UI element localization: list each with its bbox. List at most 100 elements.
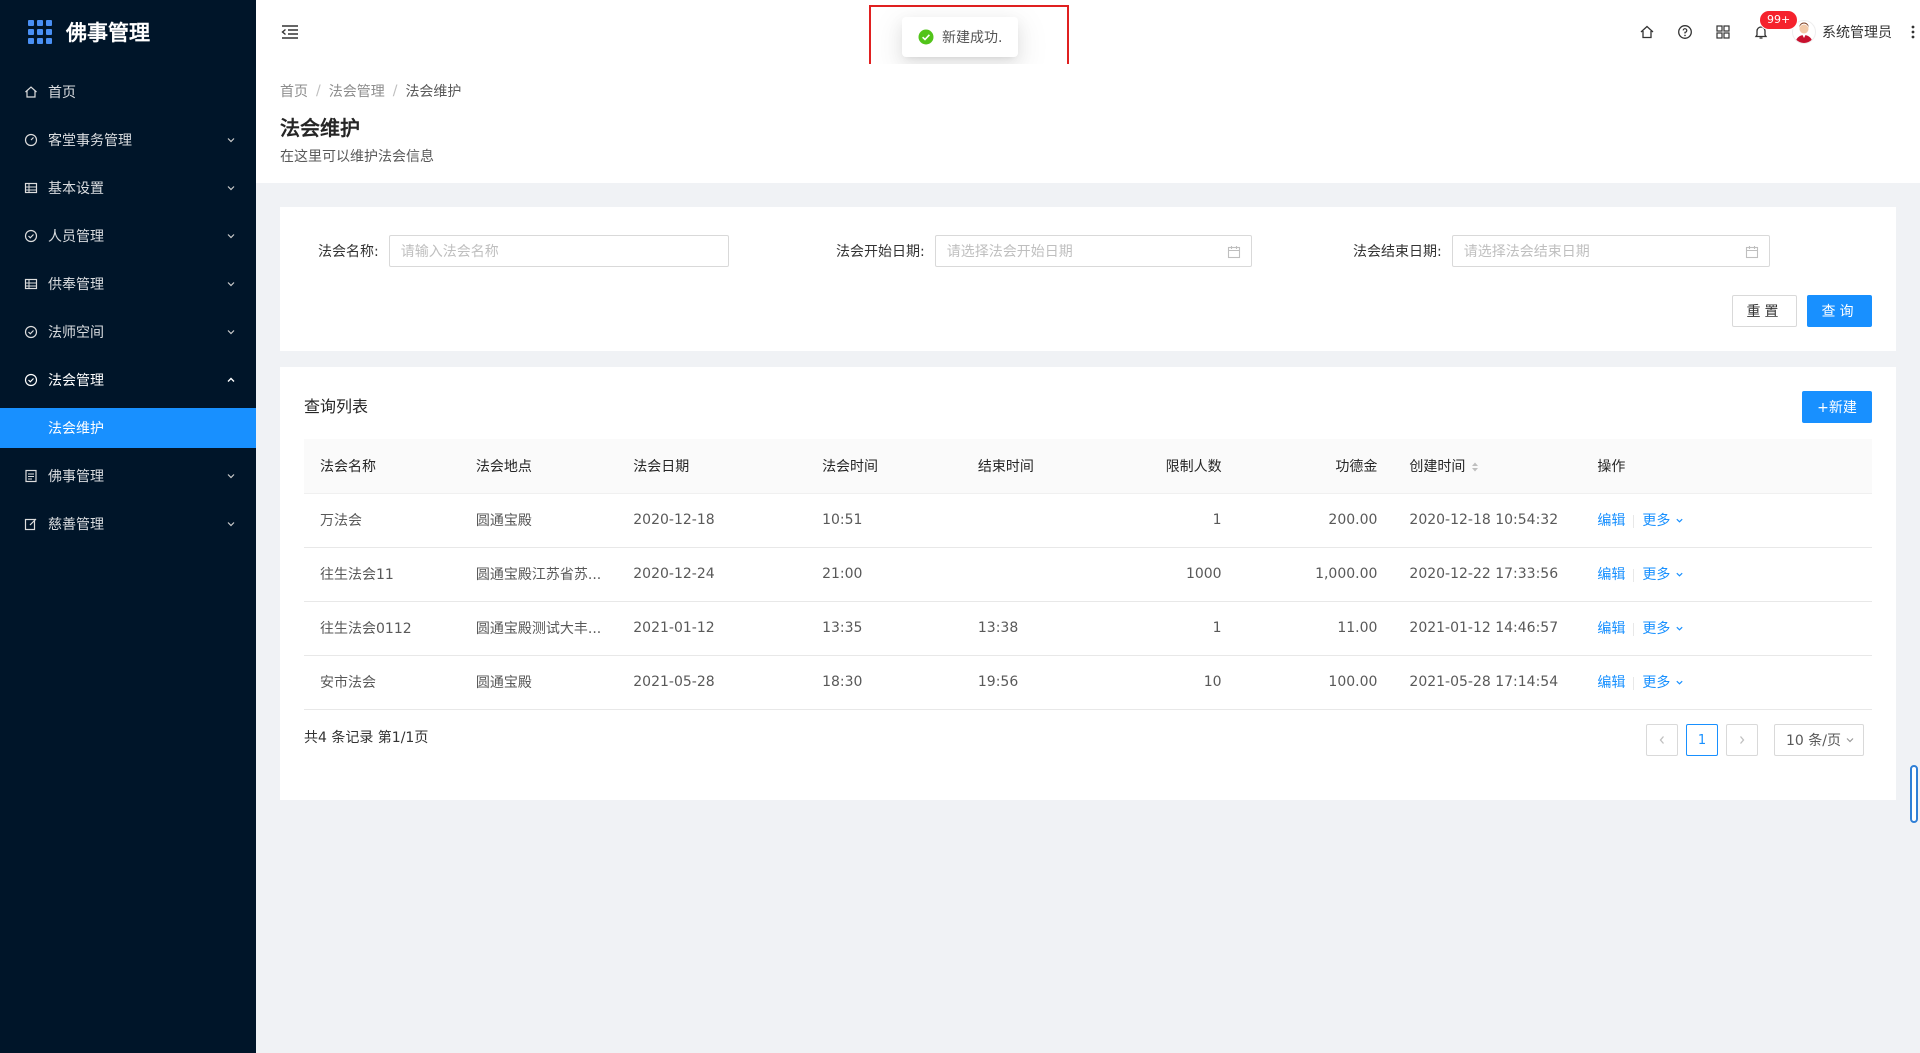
edit-link[interactable]: 编辑 — [1597, 567, 1625, 583]
start-date-placeholder: 请选择法会开始日期 — [946, 244, 1073, 260]
more-label: 更多 — [1642, 567, 1671, 583]
sidebar-item-personnel[interactable]: 人员管理 — [0, 216, 256, 256]
table-icon — [24, 181, 38, 195]
end-date-label: 法会结束日期: — [1353, 244, 1442, 260]
chevron-down-icon — [226, 183, 236, 193]
cell-actions: 编辑 更多 — [1581, 601, 1872, 656]
sidebar-item-charity[interactable]: 慈善管理 — [0, 504, 256, 544]
chevron-down-icon — [1676, 518, 1683, 523]
appstore-icon[interactable] — [1704, 0, 1742, 64]
check-circle-icon — [24, 229, 38, 243]
add-assembly-button[interactable]: +新建 — [1802, 391, 1872, 423]
chevron-down-icon — [226, 327, 236, 337]
sidebar-item-label: 供奉管理 — [48, 277, 104, 293]
end-date-picker[interactable]: 请选择法会结束日期 — [1451, 235, 1770, 267]
page-size-select[interactable]: 10 条/页 — [1774, 724, 1864, 756]
user-menu[interactable]: 系统管理员 — [1792, 20, 1892, 44]
prev-page-button[interactable] — [1646, 724, 1678, 756]
column-header: 法会地点 — [459, 439, 618, 494]
sidebar-item-home[interactable]: 首页 — [0, 72, 256, 112]
divider — [1633, 514, 1635, 528]
edit-link[interactable]: 编辑 — [1597, 621, 1625, 637]
logo[interactable]: 佛事管理 — [0, 0, 256, 64]
sidebar-subitem-assembly-maintenance[interactable]: 法会维护 — [0, 408, 256, 448]
table-row: 往生法会0112 圆通宝殿测试大丰... 2021-01-12 13:35 13… — [304, 601, 1872, 656]
result-table-card: 查询列表 +新建 法会名称 法会地点 法会日期 法会时间 结束时间 限制人数 功… — [280, 367, 1896, 800]
page-header: 首页 / 法会管理 / 法会维护 法会维护 在这里可以维护法会信息 — [256, 64, 1920, 183]
table-header-row: 法会名称 法会地点 法会日期 法会时间 结束时间 限制人数 功德金 创建时间 操… — [304, 439, 1872, 494]
more-dropdown[interactable]: 更多 — [1642, 513, 1683, 529]
cell-limit: 1 — [1117, 493, 1238, 548]
column-header: 限制人数 — [1117, 439, 1238, 494]
cell-actions: 编辑 更多 — [1581, 547, 1872, 602]
more-label: 更多 — [1642, 675, 1671, 691]
top-header: 99+ 系统管理员 — [256, 0, 1920, 64]
column-header: 法会日期 — [617, 439, 807, 494]
calendar-icon — [1745, 246, 1758, 259]
column-header: 结束时间 — [961, 439, 1118, 494]
more-dropdown[interactable]: 更多 — [1642, 621, 1683, 637]
chevron-down-icon — [1676, 680, 1683, 685]
cell-name: 往生法会11 — [304, 547, 460, 602]
bell-icon[interactable]: 99+ — [1742, 0, 1798, 64]
name-input[interactable]: 请输入法会名称 — [388, 235, 729, 267]
start-date-label: 法会开始日期: — [836, 244, 925, 260]
cell-merit: 100.00 — [1237, 655, 1394, 710]
sidebar-item-offerings[interactable]: 供奉管理 — [0, 264, 256, 304]
help-icon[interactable] — [1666, 0, 1704, 64]
start-date-field-group: 法会开始日期: 请选择法会开始日期 — [836, 235, 1252, 267]
cell-created: 2020-12-22 17:33:56 — [1393, 547, 1582, 602]
cell-limit: 1000 — [1117, 547, 1238, 602]
more-dropdown[interactable]: 更多 — [1642, 675, 1683, 691]
column-header-sortable[interactable]: 创建时间 — [1393, 439, 1582, 494]
reset-button[interactable]: 重置 — [1732, 295, 1797, 327]
edit-link[interactable]: 编辑 — [1597, 675, 1625, 691]
sidebar-item-buddhist-affairs[interactable]: 佛事管理 — [0, 456, 256, 496]
check-circle-filled-icon — [918, 29, 934, 45]
sidebar-item-label: 首页 — [48, 85, 76, 101]
breadcrumb-current: 法会维护 — [405, 84, 462, 100]
breadcrumb-parent[interactable]: 法会管理 — [329, 81, 385, 101]
column-header-label: 创建时间 — [1409, 458, 1466, 475]
chevron-down-icon — [1676, 572, 1683, 577]
more-dropdown[interactable]: 更多 — [1642, 567, 1683, 583]
sidebar-item-dharma-assembly[interactable]: 法会管理 — [0, 360, 256, 400]
cell-end-time — [961, 493, 1118, 548]
success-toast: 新建成功. — [902, 17, 1019, 57]
cell-limit: 1 — [1117, 601, 1238, 656]
more-vertical-icon[interactable] — [1906, 0, 1920, 64]
cell-end-time: 13:38 — [961, 601, 1118, 656]
sidebar-item-label: 慈善管理 — [48, 517, 104, 533]
start-date-picker[interactable]: 请选择法会开始日期 — [934, 235, 1252, 267]
app-title: 佛事管理 — [66, 21, 150, 45]
cell-date: 2021-05-28 — [617, 655, 807, 710]
next-page-button[interactable] — [1726, 724, 1758, 756]
table-row: 安市法会 圆通宝殿 2021-05-28 18:30 19:56 10 100.… — [304, 655, 1872, 710]
chevron-down-icon — [226, 279, 236, 289]
cell-end-time: 19:56 — [961, 655, 1118, 710]
chevron-down-icon — [226, 231, 236, 241]
home-icon[interactable] — [1628, 0, 1666, 64]
divider — [1633, 622, 1635, 636]
profile-icon — [24, 469, 38, 483]
edit-link[interactable]: 编辑 — [1597, 513, 1625, 529]
menu-fold-icon[interactable] — [280, 22, 300, 42]
cell-name: 万法会 — [304, 493, 460, 548]
breadcrumb-home[interactable]: 首页 — [280, 81, 308, 101]
cell-merit: 11.00 — [1237, 601, 1394, 656]
sidebar-item-reception[interactable]: 客堂事务管理 — [0, 120, 256, 160]
column-header: 法会名称 — [304, 439, 460, 494]
user-name: 系统管理员 — [1822, 25, 1892, 41]
page-number-button[interactable]: 1 — [1686, 724, 1718, 756]
page-size-value: 10 条/页 — [1786, 733, 1841, 749]
scroll-handle[interactable] — [1910, 765, 1918, 823]
check-circle-icon — [24, 325, 38, 339]
sidebar-item-basic-settings[interactable]: 基本设置 — [0, 168, 256, 208]
table-row: 万法会 圆通宝殿 2020-12-18 10:51 1 200.00 2020-… — [304, 493, 1872, 548]
sidebar-item-master-space[interactable]: 法师空间 — [0, 312, 256, 352]
query-button[interactable]: 查询 — [1807, 295, 1872, 327]
cell-end-time — [961, 547, 1118, 602]
sort-icon — [1472, 462, 1479, 472]
cell-created: 2021-05-28 17:14:54 — [1393, 655, 1582, 710]
chevron-down-icon — [226, 471, 236, 481]
